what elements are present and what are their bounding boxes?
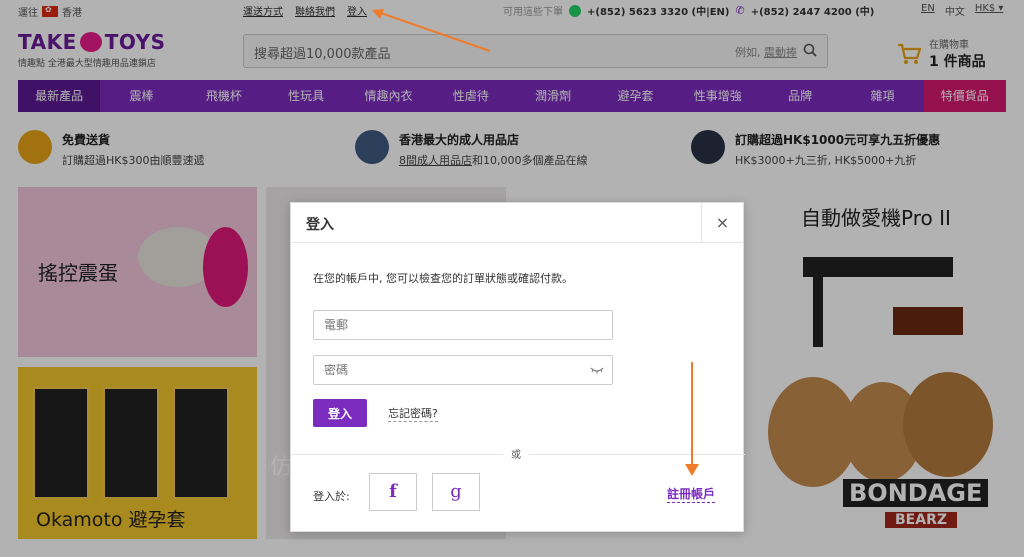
password-field[interactable] <box>314 356 612 384</box>
close-icon[interactable]: × <box>701 203 743 243</box>
google-icon: g <box>450 481 462 502</box>
forgot-password-link[interactable]: 忘記密碼? <box>388 405 438 422</box>
facebook-icon: f <box>389 481 397 502</box>
password-field-wrapper <box>313 355 613 385</box>
email-field-wrapper <box>313 310 613 340</box>
login-modal: 登入 × 在您的帳戶中, 您可以檢查您的訂單狀態或確認付款。 登入 忘記密碼? … <box>290 202 745 532</box>
email-field[interactable] <box>314 311 612 339</box>
login-via-label: 登入於: <box>313 490 350 503</box>
login-button[interactable]: 登入 <box>313 399 367 427</box>
google-login-button[interactable]: g <box>432 473 480 511</box>
register-link[interactable]: 註冊帳戶 <box>667 485 716 503</box>
or-label: 或 <box>503 446 529 461</box>
modal-intro: 在您的帳戶中, 您可以檢查您的訂單狀態或確認付款。 <box>313 272 573 285</box>
eye-closed-icon[interactable] <box>590 365 604 375</box>
modal-header: 登入 × <box>291 203 743 243</box>
facebook-login-button[interactable]: f <box>369 473 417 511</box>
modal-title: 登入 <box>306 217 334 233</box>
